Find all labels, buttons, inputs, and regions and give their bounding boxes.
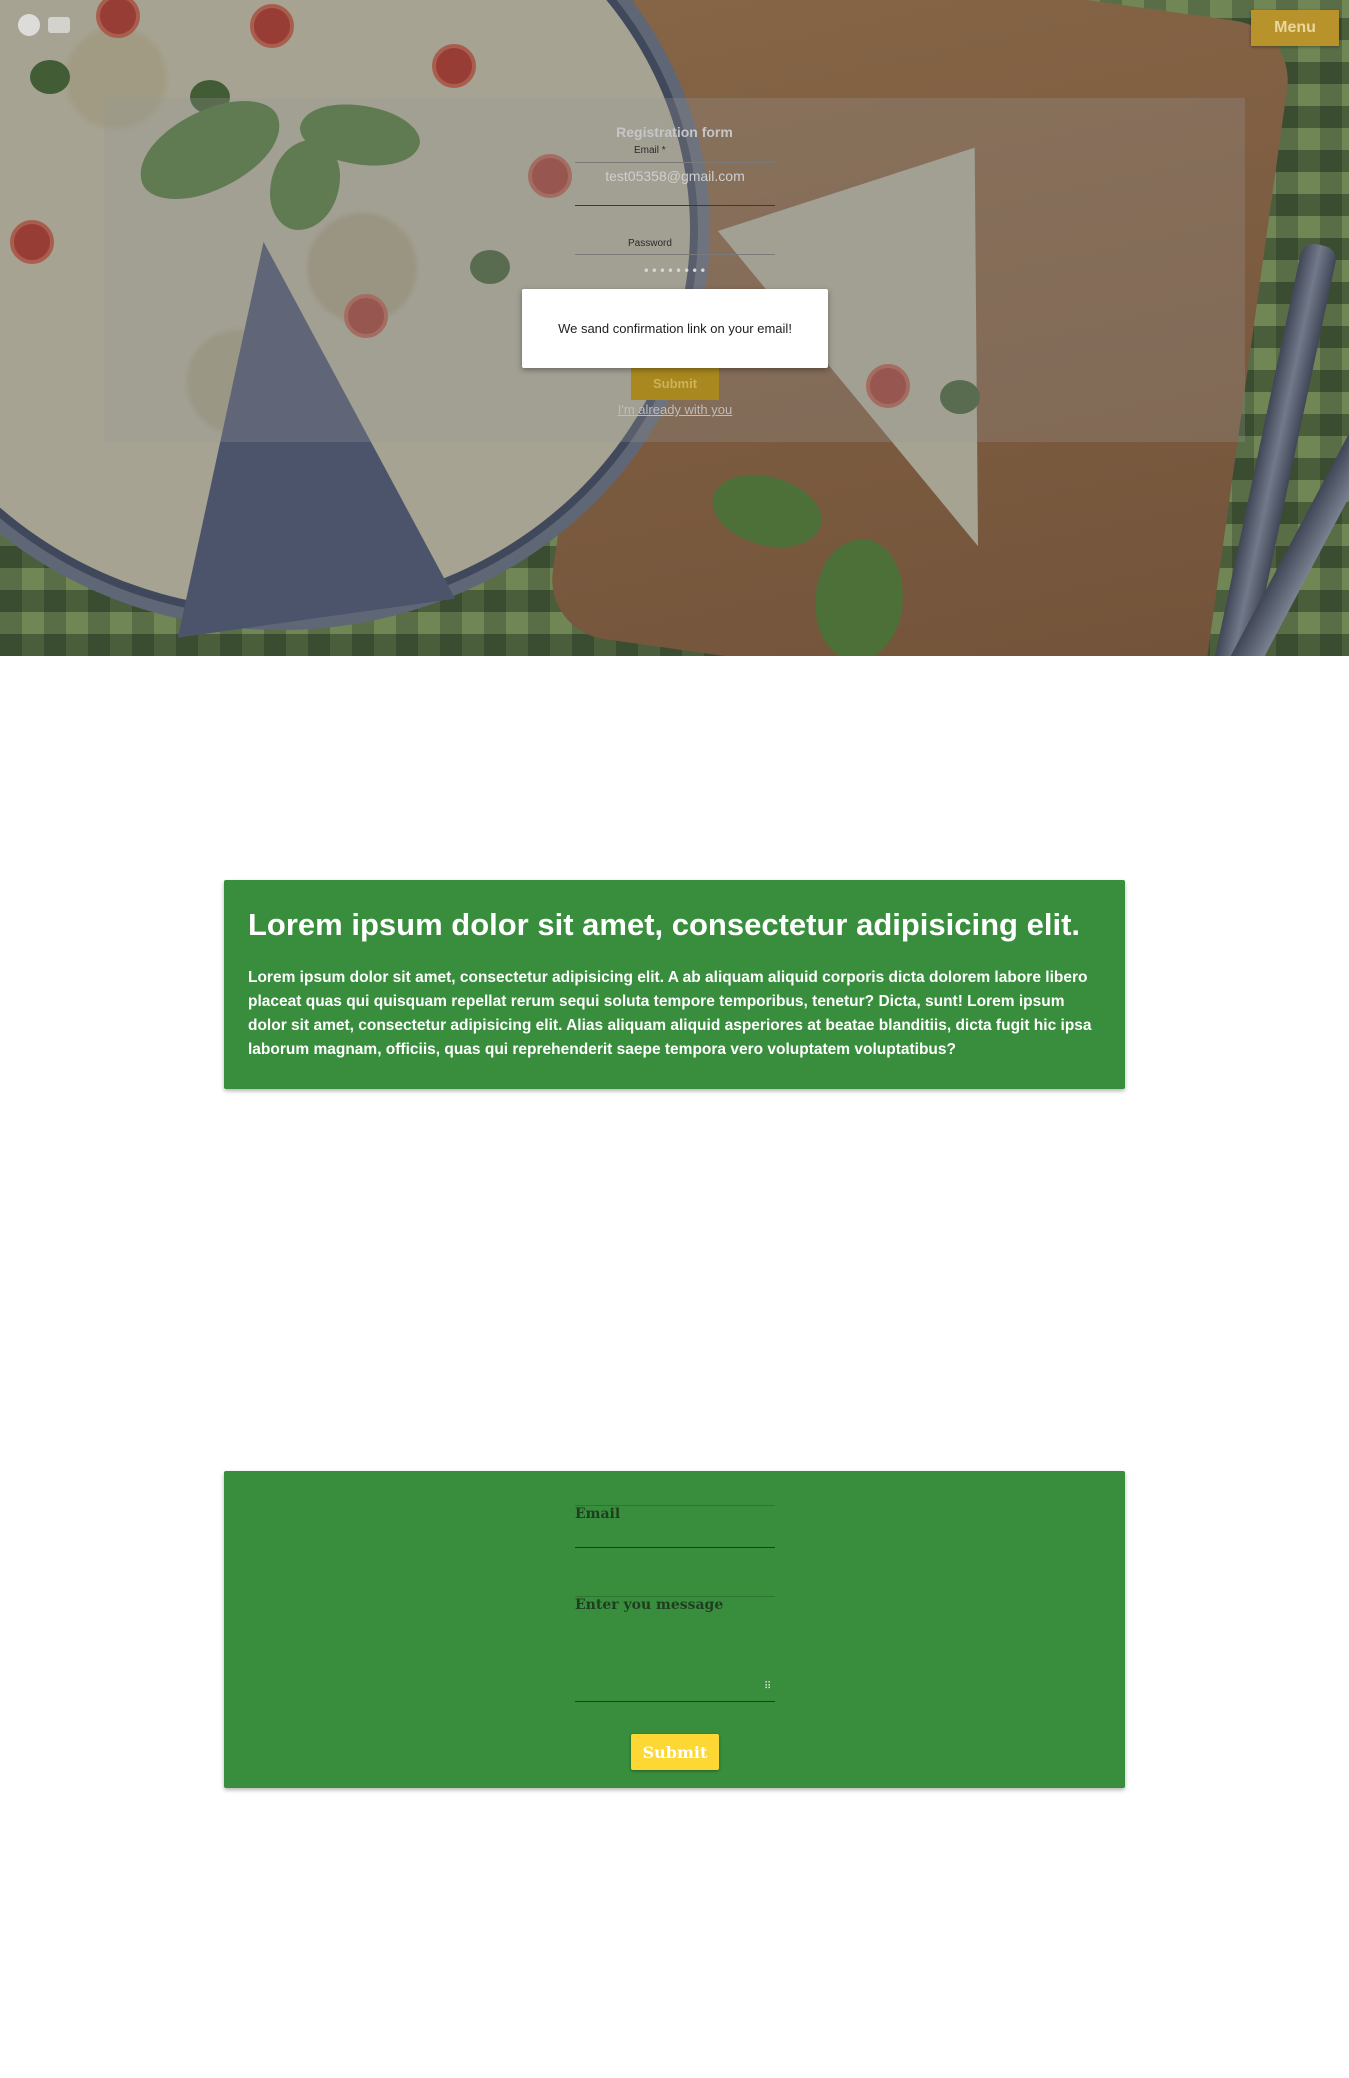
resize-handle-icon[interactable]: ⠿ — [764, 1681, 771, 1692]
password-field-top-line — [575, 254, 775, 255]
logo-mark-icon — [48, 17, 70, 33]
logo-circle-icon — [18, 14, 40, 36]
menu-button[interactable]: Menu — [1251, 10, 1339, 46]
registration-submit-button[interactable]: Submit — [631, 366, 719, 400]
info-card: Lorem ipsum dolor sit amet, consectetur … — [224, 880, 1125, 1089]
contact-email-input[interactable] — [575, 1523, 775, 1545]
contact-message-textarea[interactable] — [575, 1617, 775, 1697]
contact-message-underline — [575, 1701, 775, 1702]
contact-card: Email Enter you message ⠿ Submit — [224, 1471, 1125, 1788]
already-registered-link[interactable]: I'm already with you — [575, 402, 775, 417]
registration-email-input[interactable] — [575, 168, 775, 184]
email-field-label: Email * — [634, 145, 666, 156]
email-field-underline — [575, 205, 775, 206]
contact-submit-button[interactable]: Submit — [631, 1734, 719, 1770]
logo-icon[interactable] — [18, 12, 90, 38]
password-field-label: Password — [628, 238, 672, 249]
email-field-top-line — [575, 162, 775, 163]
contact-email-label: Email — [575, 1506, 621, 1522]
info-card-heading: Lorem ipsum dolor sit amet, consectetur … — [248, 907, 1081, 942]
toast-message: We sand confirmation link on your email! — [558, 321, 792, 336]
registration-password-input[interactable] — [575, 264, 775, 278]
registration-title: Registration form — [616, 124, 733, 140]
info-card-body: Lorem ipsum dolor sit amet, consectetur … — [248, 969, 1092, 1059]
confirmation-toast: We sand confirmation link on your email! — [522, 289, 828, 368]
contact-email-underline — [575, 1547, 775, 1548]
contact-message-label: Enter you message — [575, 1597, 724, 1613]
